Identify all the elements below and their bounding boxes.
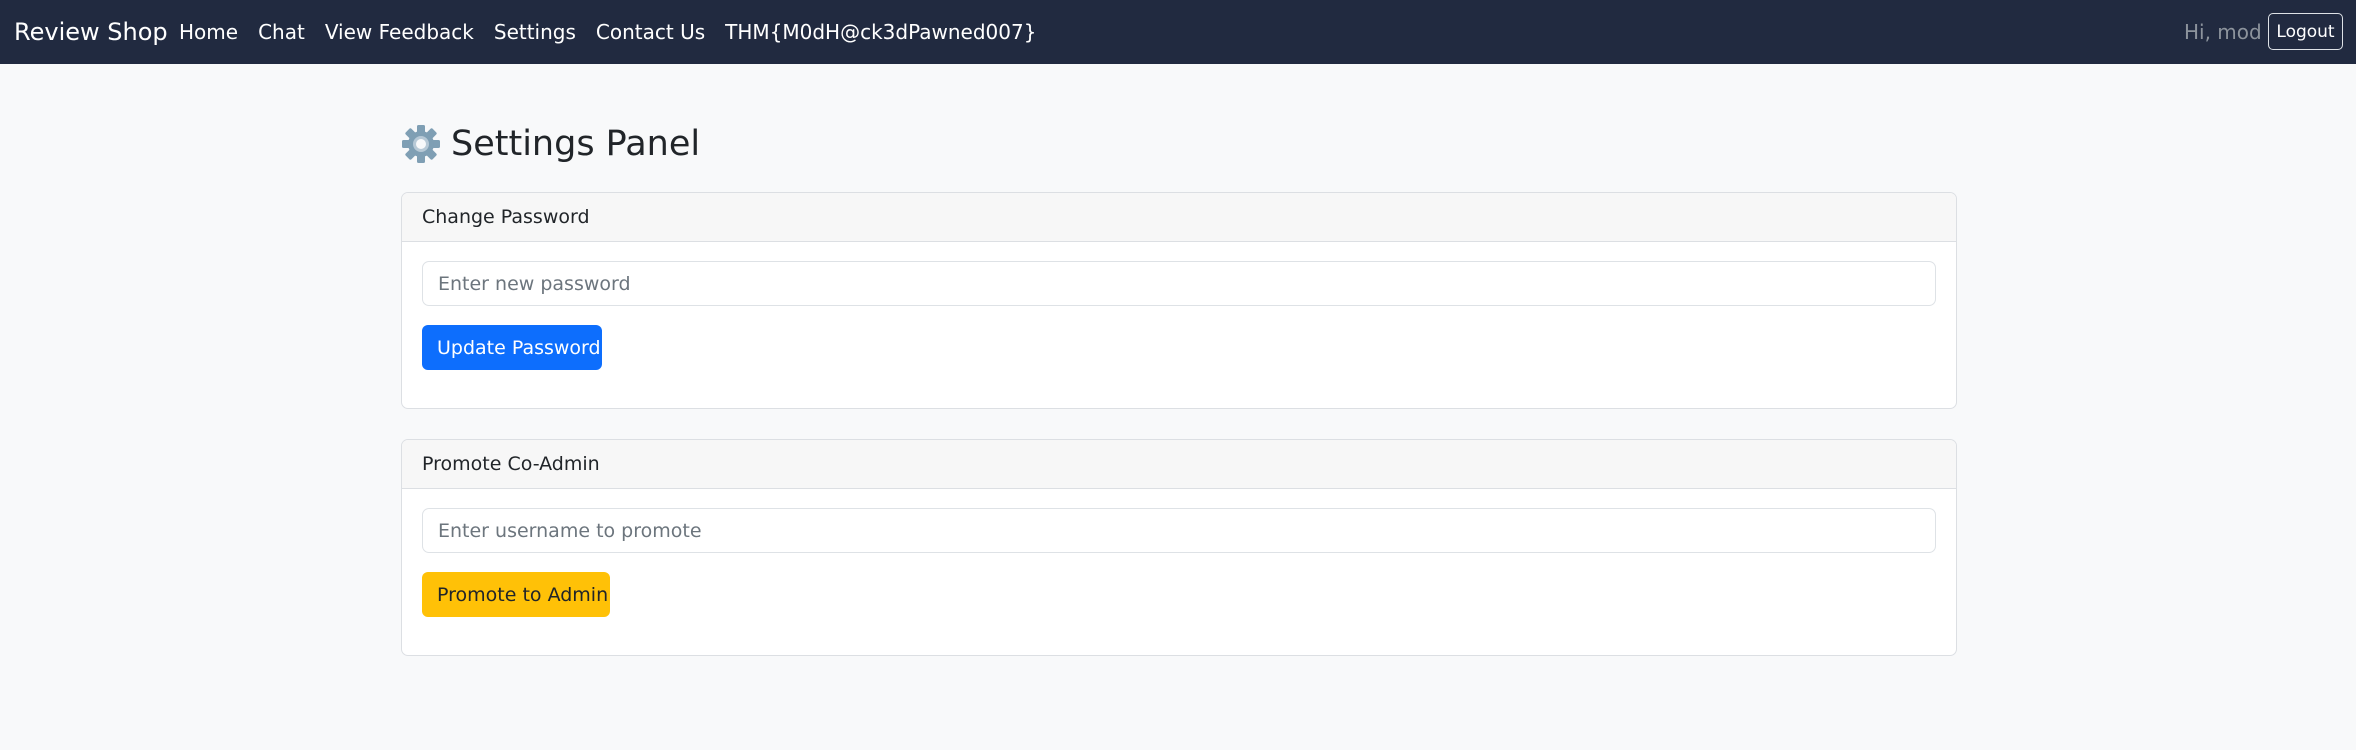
nav-link-view-feedback[interactable]: View Feedback	[325, 20, 474, 44]
new-password-input[interactable]	[422, 261, 1936, 306]
top-navbar: Review Shop Home Chat View Feedback Sett…	[0, 0, 2356, 64]
nav-link-flag[interactable]: THM{M0dH@ck3dPawned007}	[725, 20, 1036, 44]
nav-link-contact-us[interactable]: Contact Us	[596, 20, 705, 44]
page-title: Settings Panel	[401, 119, 700, 169]
nav-link-home[interactable]: Home	[179, 20, 238, 44]
promote-admin-header: Promote Co-Admin	[402, 440, 1956, 489]
nav-link-chat[interactable]: Chat	[258, 20, 305, 44]
logout-button[interactable]: Logout	[2268, 13, 2343, 50]
user-greeting: Hi, mod	[2184, 20, 2262, 44]
nav-link-settings[interactable]: Settings	[494, 20, 576, 44]
update-password-button[interactable]: Update Password	[422, 325, 602, 370]
promote-admin-card: Promote Co-Admin Promote to Admin	[401, 439, 1957, 656]
nav-links: Home Chat View Feedback Settings Contact…	[179, 0, 1056, 64]
promote-username-input[interactable]	[422, 508, 1936, 553]
page-title-text: Settings Panel	[451, 124, 701, 164]
brand-link[interactable]: Review Shop	[14, 0, 168, 64]
change-password-header: Change Password	[402, 193, 1956, 242]
promote-to-admin-button[interactable]: Promote to Admin	[422, 572, 610, 617]
change-password-card: Change Password Update Password	[401, 192, 1957, 409]
gear-icon	[402, 125, 440, 163]
